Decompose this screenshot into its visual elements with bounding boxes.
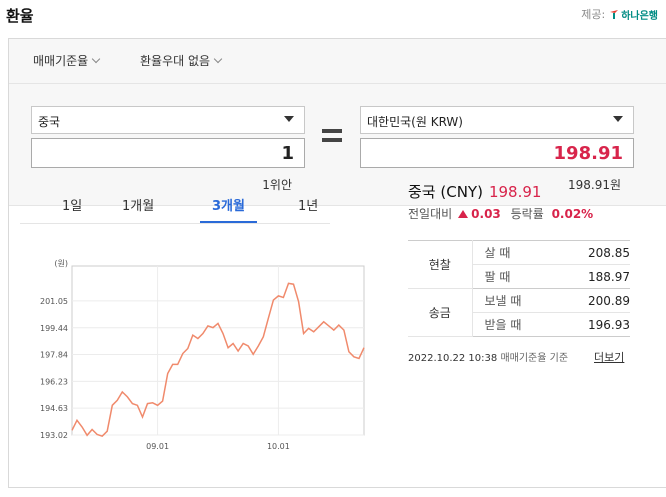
rate-chart-svg: (원) 201.05 199.44 197.84 196.23 194.63 193.02 0… — [40, 259, 365, 451]
x-tick-label: 10.01 — [267, 442, 290, 450]
rates-table: 현찰 살 때 208.85 팔 때 188.97 송금 보낼 때 200.89 … — [408, 240, 630, 337]
tab-1day[interactable]: 1일 — [62, 195, 82, 223]
triangle-up-icon — [458, 210, 469, 218]
converter-panel: 중국 1 대한민국(원 KRW) 198.91 1위안 198.91원 — [9, 84, 666, 206]
plot-frame — [71, 265, 365, 436]
y-tick-label: 196.23 — [40, 377, 68, 386]
y-tick-label: 193.02 — [40, 431, 68, 440]
tab-1year[interactable]: 1년 — [298, 195, 318, 223]
timestamp-note: 2022.10.22 10:38 매매기준율 기준 — [408, 349, 568, 364]
current-rate: 198.91 — [488, 183, 542, 201]
chevron-down-icon — [213, 54, 223, 64]
y-tick-label: 194.63 — [40, 404, 68, 413]
dropdown-arrow-icon — [613, 116, 623, 122]
equals-icon — [322, 129, 342, 147]
provider-logo[interactable]: 하나은행 — [609, 7, 658, 22]
timestamp: 2022.10.22 10:38 — [408, 353, 498, 364]
x-tick-label: 09.01 — [146, 442, 169, 450]
pct-label: 등락률 — [510, 207, 544, 221]
currency-name: 중국 (CNY) — [408, 183, 483, 201]
rate-chart: (원) 201.05 199.44 197.84 196.23 194.63 193.02 0… — [20, 240, 380, 451]
pct-value: 0.02% — [551, 207, 594, 221]
y-tick-label: 199.44 — [40, 324, 68, 333]
change-value: 0.03 — [471, 207, 501, 221]
chevron-down-icon — [91, 54, 101, 64]
rate-basis-label: 매매기준율 — [33, 54, 89, 68]
period-tabs: 1일 1개월 3개월 1년 — [20, 192, 330, 224]
row-label: 받을 때 — [472, 312, 558, 337]
from-amount-input[interactable]: 1 — [31, 138, 305, 168]
to-amount-caption: 198.91원 — [567, 178, 621, 192]
group-transfer: 송금 — [408, 288, 473, 337]
y-unit-label: (원) — [54, 259, 68, 268]
from-currency-value: 중국 — [38, 115, 61, 129]
more-link[interactable]: 더보기 — [594, 349, 624, 365]
basis-note: 매매기준율 기준 — [500, 353, 569, 364]
change-label: 전일대비 — [408, 207, 453, 221]
row-value: 196.93 — [557, 312, 630, 337]
preferential-label: 환율우대 없음 — [140, 54, 211, 68]
row-value: 200.89 — [557, 288, 630, 313]
table-row: 송금 보낼 때 200.89 — [408, 288, 630, 337]
to-currency-value: 대한민국(원 KRW) — [367, 115, 463, 129]
dropdown-arrow-icon — [284, 116, 294, 122]
filter-bar: 매매기준율 환율우대 없음 — [9, 39, 666, 84]
y-tick-label: 201.05 — [40, 297, 68, 306]
preferential-dropdown[interactable]: 환율우대 없음 — [140, 52, 223, 69]
tab-3months[interactable]: 3개월 — [200, 195, 257, 223]
group-cash: 현찰 — [408, 240, 473, 289]
page-title: 환율 — [6, 7, 34, 25]
row-value: 188.97 — [557, 264, 630, 289]
provider-name: 하나은행 — [621, 10, 658, 22]
provider-info: 제공: 하나은행 — [581, 6, 658, 22]
rate-basis-dropdown[interactable]: 매매기준율 — [33, 52, 101, 69]
to-currency-select[interactable]: 대한민국(원 KRW) — [360, 106, 634, 134]
row-label: 팔 때 — [472, 264, 558, 289]
table-row: 현찰 살 때 208.85 — [408, 240, 630, 289]
provider-label: 제공: — [581, 8, 606, 21]
y-tick-label: 197.84 — [40, 351, 68, 360]
row-label: 살 때 — [472, 240, 558, 265]
from-amount-caption: 1위안 — [262, 178, 292, 192]
row-label: 보낼 때 — [472, 288, 558, 313]
currency-heading: 중국 (CNY) 198.91 — [408, 181, 541, 202]
from-currency-select[interactable]: 중국 — [31, 106, 305, 134]
tab-1month[interactable]: 1개월 — [122, 195, 154, 223]
rate-change: 전일대비 0.03 등락률 0.02% — [408, 205, 593, 222]
to-amount-input[interactable]: 198.91 — [360, 138, 634, 168]
hana-bank-icon — [610, 10, 619, 19]
row-value: 208.85 — [557, 240, 630, 265]
